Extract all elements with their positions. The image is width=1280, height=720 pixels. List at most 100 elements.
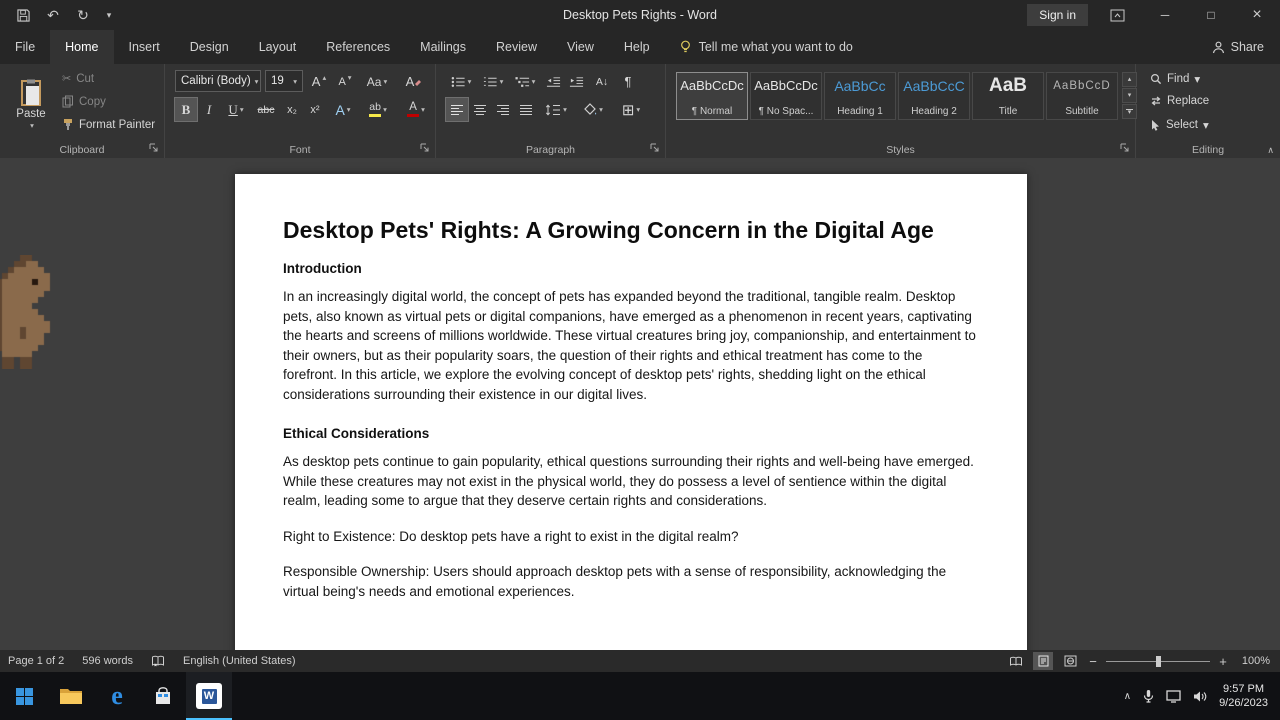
tab-home[interactable]: Home <box>50 30 113 64</box>
align-center-button[interactable] <box>469 98 491 121</box>
proofing-status-icon[interactable] <box>151 655 165 667</box>
underline-button[interactable]: U▾ <box>221 98 251 121</box>
microsoft-store-button[interactable] <box>140 672 186 720</box>
zoom-out-button[interactable]: − <box>1087 654 1099 669</box>
bold-button[interactable]: B <box>175 98 197 121</box>
zoom-slider-thumb[interactable] <box>1156 656 1161 667</box>
speaker-icon[interactable] <box>1193 690 1207 703</box>
collapse-ribbon-icon[interactable]: ∧ <box>1267 145 1274 156</box>
style-title[interactable]: AaB Title <box>972 72 1044 120</box>
doc-paragraph[interactable]: Right to Existence: Do desktop pets have… <box>283 527 979 547</box>
tab-insert[interactable]: Insert <box>114 30 175 64</box>
doc-heading-ethical-considerations[interactable]: Ethical Considerations <box>283 426 979 441</box>
document-title[interactable]: Desktop Pets' Rights: A Growing Concern … <box>283 216 979 244</box>
tab-help[interactable]: Help <box>609 30 665 64</box>
desktop-pet-sprite[interactable] <box>0 255 62 369</box>
tab-mailings[interactable]: Mailings <box>405 30 481 64</box>
sort-button[interactable]: A↓ <box>589 70 615 93</box>
line-spacing-button[interactable]: ▾ <box>540 98 572 121</box>
align-right-button[interactable] <box>492 98 514 121</box>
minimize-button[interactable]: ─ <box>1142 0 1188 30</box>
justify-button[interactable] <box>515 98 537 121</box>
start-button[interactable] <box>0 672 48 720</box>
shrink-font-button[interactable]: A▾ <box>333 70 357 93</box>
sign-in-button[interactable]: Sign in <box>1027 4 1088 26</box>
styles-gallery-up-icon[interactable]: ▴ <box>1122 72 1137 87</box>
word-count[interactable]: 596 words <box>82 655 133 667</box>
read-mode-icon[interactable] <box>1006 652 1026 670</box>
font-size-combo[interactable]: 19▾ <box>265 70 303 92</box>
language-indicator[interactable]: English (United States) <box>183 655 296 667</box>
save-icon[interactable] <box>10 2 36 28</box>
word-taskbar-button[interactable]: W <box>186 672 232 720</box>
tab-design[interactable]: Design <box>175 30 244 64</box>
maximize-button[interactable]: □ <box>1188 0 1234 30</box>
tab-review[interactable]: Review <box>481 30 552 64</box>
strikethrough-button[interactable]: abc <box>253 98 279 121</box>
paragraph-dialog-launcher[interactable] <box>649 142 661 154</box>
styles-dialog-launcher[interactable] <box>1119 142 1131 154</box>
undo-icon[interactable]: ↶ <box>40 2 66 28</box>
style-normal[interactable]: AaBbCcDc ¶ Normal <box>676 72 748 120</box>
zoom-in-button[interactable]: + <box>1217 654 1229 669</box>
align-left-button[interactable] <box>446 98 468 121</box>
network-icon[interactable] <box>1166 690 1181 703</box>
doc-paragraph[interactable]: Responsible Ownership: Users should appr… <box>283 562 979 601</box>
tell-me-box[interactable]: Tell me what you want to do <box>679 30 853 64</box>
style-subtitle[interactable]: AaBbCcD Subtitle <box>1046 72 1118 120</box>
clear-formatting-button[interactable]: A <box>401 70 427 93</box>
edge-browser-button[interactable]: e <box>94 672 140 720</box>
document-page[interactable]: Desktop Pets' Rights: A Growing Concern … <box>235 174 1027 650</box>
find-button[interactable]: Find ▾ <box>1150 72 1200 86</box>
style-no-spacing[interactable]: AaBbCcDc ¶ No Spac... <box>750 72 822 120</box>
subscript-button[interactable]: x₂ <box>281 98 303 121</box>
shading-button[interactable]: ▾ <box>576 98 610 121</box>
share-button[interactable]: Share <box>1212 30 1264 64</box>
doc-heading-introduction[interactable]: Introduction <box>283 261 979 276</box>
close-button[interactable]: × <box>1234 0 1280 30</box>
italic-button[interactable]: I <box>199 98 219 121</box>
style-heading-2[interactable]: AaBbCcC Heading 2 <box>898 72 970 120</box>
tab-references[interactable]: References <box>311 30 405 64</box>
decrease-indent-button[interactable] <box>542 70 564 93</box>
change-case-button[interactable]: Aa▾ <box>361 70 393 93</box>
taskbar-clock[interactable]: 9:57 PM 9/26/2023 <box>1219 682 1268 710</box>
paste-button[interactable]: Paste ▾ <box>8 70 54 138</box>
print-layout-icon[interactable] <box>1033 652 1053 670</box>
show-paragraph-marks-button[interactable]: ¶ <box>617 70 639 93</box>
numbering-button[interactable]: ▾ <box>478 70 508 93</box>
styles-gallery-down-icon[interactable]: ▾ <box>1122 88 1137 103</box>
tab-file[interactable]: File <box>0 30 50 64</box>
web-layout-icon[interactable] <box>1060 652 1080 670</box>
font-dialog-launcher[interactable] <box>419 142 431 154</box>
tray-expand-icon[interactable]: ∧ <box>1124 691 1131 702</box>
font-color-button[interactable]: A ▾ <box>399 98 433 121</box>
font-family-combo[interactable]: Calibri (Body)▾ <box>175 70 261 92</box>
borders-button[interactable]: ⊞▾ <box>614 98 648 121</box>
superscript-button[interactable]: x² <box>304 98 326 121</box>
clipboard-dialog-launcher[interactable] <box>148 142 160 154</box>
page-indicator[interactable]: Page 1 of 2 <box>8 655 64 667</box>
tab-layout[interactable]: Layout <box>244 30 312 64</box>
customize-quick-access-icon[interactable]: ▾ <box>100 2 118 28</box>
bullets-button[interactable]: ▾ <box>446 70 476 93</box>
style-heading-1[interactable]: AaBbCc Heading 1 <box>824 72 896 120</box>
increase-indent-button[interactable] <box>565 70 587 93</box>
microphone-icon[interactable] <box>1143 689 1154 703</box>
multilevel-list-button[interactable]: ▾ <box>510 70 540 93</box>
replace-button[interactable]: Replace <box>1150 95 1209 107</box>
ribbon-display-options-icon[interactable] <box>1102 2 1132 28</box>
file-explorer-button[interactable] <box>48 672 94 720</box>
doc-paragraph[interactable]: In an increasingly digital world, the co… <box>283 287 979 404</box>
styles-gallery-more-icon[interactable]: ▾ <box>1122 104 1137 119</box>
text-effects-button[interactable]: A▾ <box>329 98 357 121</box>
highlight-color-button[interactable]: ab ▾ <box>361 98 395 121</box>
tab-view[interactable]: View <box>552 30 609 64</box>
zoom-level[interactable]: 100% <box>1236 655 1270 667</box>
select-button[interactable]: Select ▾ <box>1150 118 1209 132</box>
format-painter-button[interactable]: Format Painter <box>62 118 155 131</box>
zoom-slider[interactable] <box>1106 661 1210 662</box>
document-canvas[interactable]: Desktop Pets' Rights: A Growing Concern … <box>0 158 1280 650</box>
doc-paragraph[interactable]: As desktop pets continue to gain popular… <box>283 452 979 511</box>
grow-font-button[interactable]: A▴ <box>307 70 331 93</box>
